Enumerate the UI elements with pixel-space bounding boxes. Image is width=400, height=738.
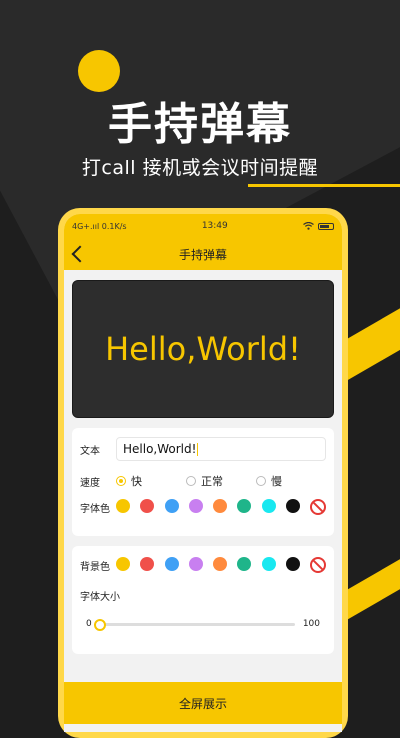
radio-unchecked-icon [256, 476, 266, 486]
no-color-icon[interactable] [310, 499, 326, 515]
font-color-swatch-purple[interactable] [188, 499, 203, 513]
font-size-slider[interactable] [93, 618, 295, 631]
danmaku-preview: Hello,World! [72, 280, 334, 418]
bg-color-swatch-purple[interactable] [188, 557, 203, 571]
subline-underline [248, 184, 400, 187]
speed-option-slow[interactable]: 慢 [256, 473, 326, 489]
app-title: 手持弹幕 [178, 247, 227, 262]
bg-color-swatch-green[interactable] [237, 557, 252, 571]
font-color-label: 字体色 [80, 503, 110, 515]
back-chevron-icon[interactable] [71, 245, 89, 263]
phone-frame: 4G+.ııl 0.1K/s 13:49 手持弹幕 Hello,World! 文… [58, 208, 348, 738]
bg-color-swatch-cyan[interactable] [261, 557, 276, 571]
app-screen: 4G+.ııl 0.1K/s 13:49 手持弹幕 Hello,World! 文… [64, 214, 342, 732]
bg-color-swatch-yellow[interactable] [116, 557, 130, 571]
bg-color-swatch-blue[interactable] [164, 557, 179, 571]
bg-color-swatch-red[interactable] [140, 557, 155, 571]
bg-color-swatches [116, 557, 326, 573]
promo-headline: 手持弹幕 [108, 99, 292, 150]
font-color-swatches [116, 499, 326, 515]
text-label: 文本 [80, 445, 100, 457]
speed-radio-group: 快 正常 慢 [116, 473, 326, 489]
speed-option-slow-label: 慢 [271, 475, 282, 488]
font-size-label: 字体大小 [80, 591, 120, 603]
battery-icon [317, 222, 334, 230]
radio-checked-icon [116, 476, 126, 486]
font-color-swatch-blue[interactable] [164, 499, 179, 513]
speed-option-fast-label: 快 [131, 475, 142, 488]
font-color-swatch-black[interactable] [285, 499, 300, 513]
no-color-icon[interactable] [310, 557, 326, 573]
promo-subline: 打call 接机或会议时间提醒 [81, 157, 319, 179]
font-size-slider-handle[interactable] [93, 618, 106, 631]
speed-label: 速度 [80, 477, 100, 489]
font-size-min: 0 [86, 619, 92, 629]
app-bar: 手持弹幕 [64, 238, 342, 270]
background-settings-card: 背景色 字体大小 0 100 [72, 546, 334, 654]
preview-text: Hello,World! [105, 330, 301, 368]
network-status: 4G+.ııl 0.1K/s [72, 221, 127, 231]
status-time: 13:49 [201, 221, 228, 231]
font-color-swatch-green[interactable] [237, 499, 252, 513]
bg-color-swatch-orange[interactable] [213, 557, 227, 571]
font-color-swatch-orange[interactable] [213, 499, 227, 513]
text-caret [197, 442, 199, 456]
font-color-swatch-red[interactable] [140, 499, 155, 513]
font-size-max: 100 [302, 619, 320, 629]
status-bar: 4G+.ııl 0.1K/s 13:49 [64, 214, 342, 238]
status-icons [303, 222, 334, 230]
speed-option-normal[interactable]: 正常 [186, 473, 256, 489]
text-input-value: Hello,World! [123, 442, 197, 456]
fullscreen-button[interactable]: 全屏展示 [64, 682, 342, 724]
font-color-swatch-yellow[interactable] [116, 499, 130, 513]
bg-color-label: 背景色 [80, 561, 110, 573]
speed-option-normal-label: 正常 [201, 475, 223, 488]
decorative-circle [78, 50, 120, 92]
wifi-icon [303, 222, 314, 230]
speed-option-fast[interactable]: 快 [116, 473, 186, 489]
radio-unchecked-icon [186, 476, 196, 486]
bg-color-swatch-black[interactable] [285, 557, 300, 571]
text-settings-card: 文本 Hello,World! 速度 快 正常 慢 字体色 [72, 428, 334, 536]
text-input[interactable]: Hello,World! [116, 437, 326, 461]
font-color-swatch-cyan[interactable] [261, 499, 276, 513]
